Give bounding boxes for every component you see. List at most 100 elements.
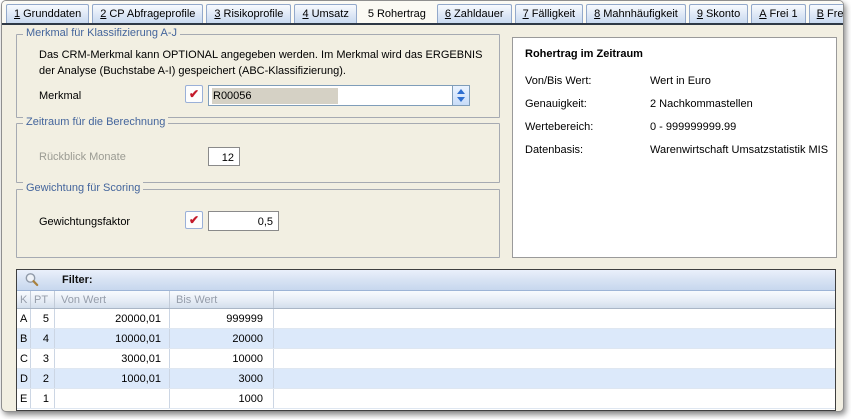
cell-von-wert — [55, 389, 170, 408]
tab-accel: 2 — [100, 8, 106, 20]
group-zeitraum-berechnung: Zeitraum für die Berechnung Rückblick Mo… — [16, 123, 500, 183]
info-label: Datenbasis: — [525, 139, 650, 162]
tab-risikoprofile[interactable]: 3 Risikoprofile — [206, 4, 291, 23]
column-header-bis-wert[interactable]: Bis Wert — [170, 291, 274, 308]
tab-cp-abfrageprofile[interactable]: 2CP Abfrageprofile — [92, 4, 203, 23]
column-header-filler — [274, 291, 835, 308]
tab-label: Grunddaten — [23, 8, 81, 20]
tab-rohertrag-active[interactable]: 5Rohertrag — [360, 4, 434, 23]
tab-accel: 3 — [214, 8, 220, 20]
tab-label: Skonto — [706, 8, 740, 20]
tab-skonto[interactable]: 9Skonto — [689, 4, 748, 23]
tab-accel: B — [817, 8, 824, 20]
tab-label: Frei 2 — [827, 8, 844, 20]
tab-accel: 4 — [302, 8, 308, 20]
tab-accel: 9 — [697, 8, 703, 20]
filter-label: Filter: — [62, 274, 93, 286]
tab-label: Zahldauer — [454, 8, 504, 20]
table-row-a[interactable]: A 5 20000,01 999999 — [17, 309, 835, 329]
cell-filler — [274, 389, 835, 408]
cell-pt: 3 — [31, 349, 55, 368]
cell-bis-wert: 999999 — [170, 309, 274, 328]
info-value: Warenwirtschaft Umsatzstatistik MIS — [650, 139, 828, 162]
cell-bis-wert: 20000 — [170, 329, 274, 348]
tab-umsatz[interactable]: 4 Umsatz — [294, 4, 356, 23]
cell-von-wert: 3000,01 — [55, 349, 170, 368]
info-value: Wert in Euro — [650, 70, 711, 93]
info-value: 0 - 999999999.99 — [650, 116, 736, 139]
column-header-von-wert[interactable]: Von Wert — [55, 291, 170, 308]
column-header-k[interactable]: K — [17, 291, 31, 308]
tab-bar: 1Grunddaten 2CP Abfrageprofile 3 Risikopr… — [2, 1, 843, 25]
magnifier-icon[interactable] — [24, 272, 40, 288]
tab-label: Rohertrag — [377, 8, 426, 20]
red-check-icon[interactable]: ✔ — [185, 85, 203, 103]
cell-bis-wert: 3000 — [170, 369, 274, 388]
tab-grunddaten[interactable]: 1Grunddaten — [6, 4, 89, 23]
cell-filler — [274, 309, 835, 328]
group-title: Zeitraum für die Berechnung — [23, 116, 168, 128]
info-panel-title: Rohertrag im Zeitraum — [525, 48, 836, 60]
cell-k: D — [17, 369, 31, 388]
tab-label: Risikoprofile — [224, 8, 284, 20]
tab-accel: 1 — [14, 8, 20, 20]
info-row-von-bis-wert: Von/Bis Wert:Wert in Euro — [525, 70, 836, 93]
tab-faelligkeit[interactable]: 7Fälligkeit — [515, 4, 584, 23]
tab-label: CP Abfrageprofile — [109, 8, 195, 20]
classification-table: Filter: K PT Von Wert Bis Wert A 5 20000… — [16, 269, 836, 411]
cell-k: A — [17, 309, 31, 328]
filter-bar[interactable]: Filter: — [17, 270, 835, 291]
cell-pt: 4 — [31, 329, 55, 348]
cell-pt: 5 — [31, 309, 55, 328]
cell-bis-wert: 10000 — [170, 349, 274, 368]
tab-mahnhaeufigkeit[interactable]: 8Mahnhäufigkeit — [586, 4, 686, 23]
column-header-pt[interactable]: PT — [31, 291, 55, 308]
cell-bis-wert: 1000 — [170, 389, 274, 408]
info-row-datenbasis: Datenbasis:Warenwirtschaft Umsatzstatist… — [525, 139, 836, 162]
cell-pt: 1 — [31, 389, 55, 408]
red-check-icon[interactable]: ✔ — [185, 211, 203, 229]
tab-zahldauer[interactable]: 6Zahldauer — [437, 4, 512, 23]
tab-label: Mahnhäufigkeit — [603, 8, 678, 20]
tab-accel: 5 — [368, 8, 374, 20]
table-row-d[interactable]: D 2 1000,01 3000 — [17, 369, 835, 389]
tab-accel: 6 — [445, 8, 451, 20]
cell-filler — [274, 329, 835, 348]
app-window: 1Grunddaten 2CP Abfrageprofile 3Risikopr… — [1, 0, 844, 412]
cell-k: E — [17, 389, 31, 408]
group-title: Merkmal für Klassifizierung A-J — [23, 27, 180, 39]
table-row-b[interactable]: B 4 10000,01 20000 — [17, 329, 835, 349]
spinner-down-arrow — [457, 97, 465, 102]
info-value: 2 Nachkommastellen — [650, 93, 753, 116]
cell-von-wert: 1000,01 — [55, 369, 170, 388]
table-row-c[interactable]: C 3 3000,01 10000 — [17, 349, 835, 369]
info-label: Genauigkeit: — [525, 93, 650, 116]
gewichtungsfaktor-label: Gewichtungsfaktor — [39, 216, 130, 228]
merkmal-input[interactable]: R00056 — [208, 85, 470, 106]
tab-page-rohertrag: Merkmal für Klassifizierung A-J Das CRM-… — [2, 25, 843, 411]
table-header-row: K PT Von Wert Bis Wert — [17, 291, 835, 309]
group-title: Gewichtung für Scoring — [23, 182, 143, 194]
tab-label: Frei 1 — [770, 8, 798, 20]
merkmal-label: Merkmal — [39, 90, 81, 102]
gewichtungsfaktor-input[interactable] — [208, 211, 279, 231]
merkmal-description: Das CRM-Merkmal kann OPTIONAL angegeben … — [39, 47, 482, 79]
tab-frei-2[interactable]: BFrei 2 — [809, 4, 844, 23]
cell-von-wert: 20000,01 — [55, 309, 170, 328]
cell-von-wert: 10000,01 — [55, 329, 170, 348]
tab-label: Umsatz — [312, 8, 349, 20]
tab-accel: A — [759, 8, 766, 20]
cell-k: B — [17, 329, 31, 348]
tab-accel: 8 — [594, 8, 600, 20]
tab-frei-1[interactable]: A Frei 1 — [751, 4, 805, 23]
tab-accel: 7 — [523, 8, 529, 20]
spinner-up-arrow — [457, 89, 465, 94]
info-row-genauigkeit: Genauigkeit:2 Nachkommastellen — [525, 93, 836, 116]
info-row-wertebereich: Wertebereich:0 - 999999999.99 — [525, 116, 836, 139]
up-down-spinner-icon[interactable] — [452, 86, 469, 105]
cell-k: C — [17, 349, 31, 368]
rueckblick-monate-input[interactable] — [208, 147, 240, 166]
info-label: Von/Bis Wert: — [525, 70, 650, 93]
info-panel-rohertrag: Rohertrag im Zeitraum Von/Bis Wert:Wert … — [512, 37, 837, 258]
table-row-e[interactable]: E 1 1000 — [17, 389, 835, 409]
